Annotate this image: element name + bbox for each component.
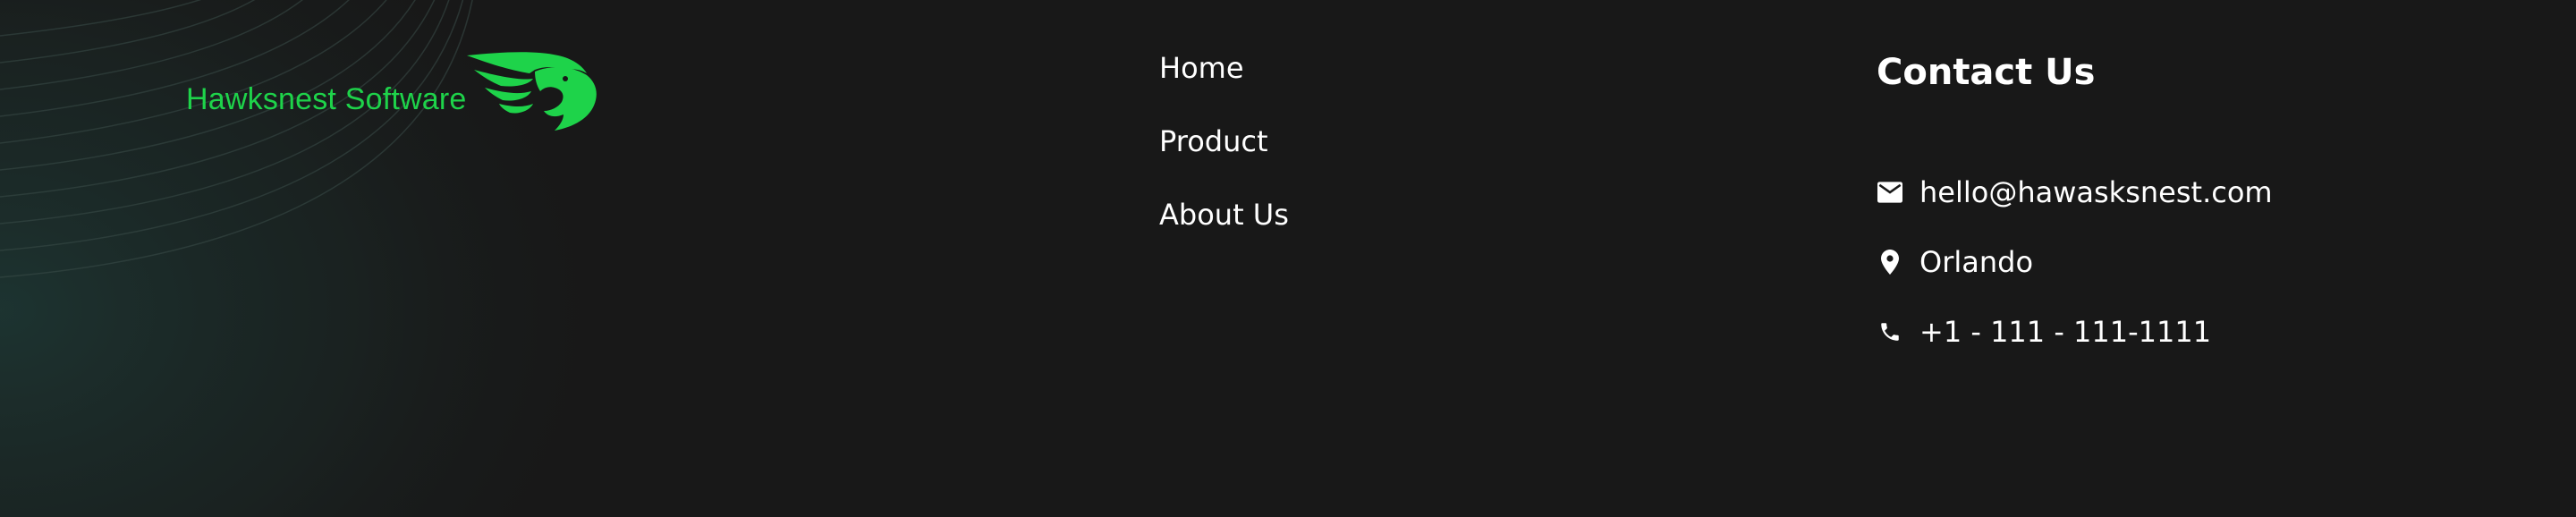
footer-nav: Home Product About Us — [1159, 50, 1289, 270]
nav-link-home[interactable]: Home — [1159, 50, 1289, 123]
contact-email[interactable]: hello@hawasksnest.com — [1877, 157, 2273, 227]
phone-icon — [1877, 318, 1903, 345]
contact-title: Contact Us — [1877, 52, 2096, 93]
contact-location: Orlando — [1877, 227, 2273, 297]
location-pin-icon — [1877, 249, 1903, 275]
hawk-logo-icon — [466, 52, 597, 131]
mail-icon — [1877, 179, 1903, 206]
contact-phone-text: +1 - 111 - 111-1111 — [1919, 315, 2212, 349]
contact-location-text: Orlando — [1919, 245, 2034, 279]
contact-email-text: hello@hawasksnest.com — [1919, 175, 2273, 209]
contact-phone[interactable]: +1 - 111 - 111-1111 — [1877, 297, 2273, 367]
nav-link-about-us[interactable]: About Us — [1159, 197, 1289, 270]
nav-link-product[interactable]: Product — [1159, 123, 1289, 197]
brand-logo-link[interactable]: Hawksnest Software — [186, 50, 599, 136]
site-footer: Hawksnest Software Home Product About Us… — [0, 0, 2576, 517]
contact-list: hello@hawasksnest.com Orlando +1 - 111 -… — [1877, 157, 2273, 367]
brand-name: Hawksnest Software — [186, 81, 467, 116]
contact-section: Contact Us hello@hawasksnest.com Orlando… — [1877, 50, 2273, 367]
